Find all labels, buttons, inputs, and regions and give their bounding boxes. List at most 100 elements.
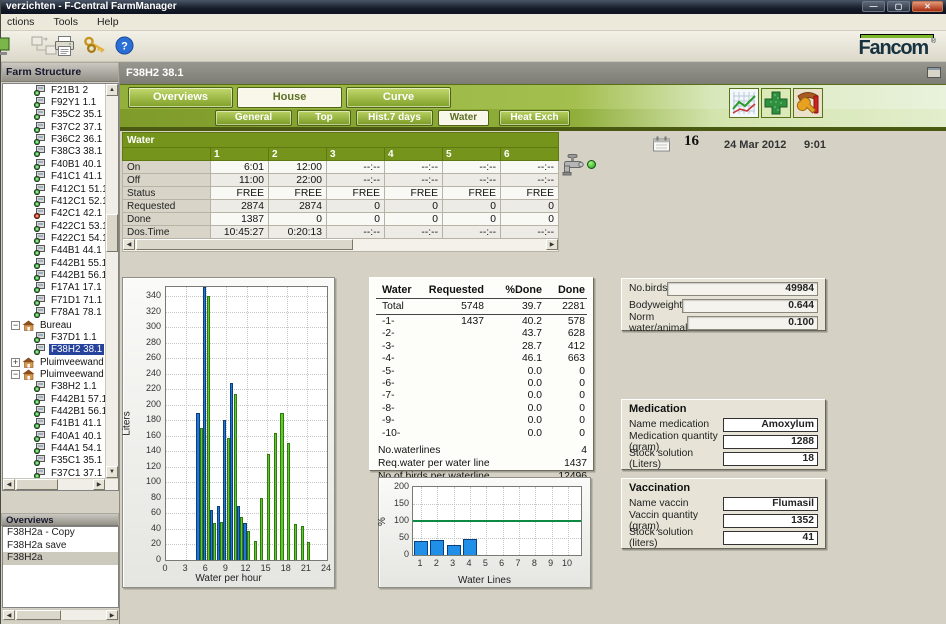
tree-item[interactable]: F35C2 35.1 — [3, 109, 105, 121]
tree-item[interactable]: +Pluimveewand 70 — [3, 356, 105, 368]
tree-item[interactable]: F17A1 17.1 — [3, 282, 105, 294]
scroll-right-icon[interactable]: ▶ — [93, 479, 105, 490]
tree-item[interactable]: F37D1 1.1 — [3, 331, 105, 343]
tree-item[interactable]: F71D1 71.1 — [3, 294, 105, 306]
close-button[interactable]: ✕ — [912, 1, 943, 12]
flock-info-value-field[interactable]: 0.100 — [687, 316, 818, 330]
water-cell[interactable]: 0:20:13 — [269, 226, 327, 239]
panel-window-icon[interactable] — [927, 67, 941, 78]
water-cell[interactable]: 0 — [385, 200, 443, 213]
scroll-left-icon[interactable]: ◀ — [3, 479, 15, 490]
tree-item[interactable]: F41C1 41.1 — [3, 171, 105, 183]
water-cell[interactable]: 0 — [443, 200, 501, 213]
tree-item[interactable]: F442B1 57.1 — [3, 393, 105, 405]
tree-item[interactable]: F35C1 35.1 — [3, 455, 105, 467]
water-cell[interactable]: --:-- — [327, 161, 385, 174]
tab-general[interactable]: General — [215, 110, 292, 126]
collapse-minus-icon[interactable]: − — [11, 321, 20, 330]
app-icon[interactable] — [0, 37, 11, 62]
water-cell[interactable]: 22:00 — [269, 174, 327, 187]
water-cell[interactable]: 0 — [501, 213, 559, 226]
water-cell[interactable]: 0 — [443, 213, 501, 226]
water-cell[interactable]: 0 — [501, 200, 559, 213]
scroll-up-icon[interactable]: ▲ — [106, 84, 118, 96]
flock-info-value-field[interactable]: 0.644 — [682, 299, 818, 313]
overviews-hscroll-thumb[interactable] — [16, 610, 61, 620]
water-cell[interactable]: --:-- — [501, 226, 559, 239]
tab-curve[interactable]: Curve — [346, 87, 451, 108]
tree-item[interactable]: F412C1 51.1 — [3, 183, 105, 195]
medication-value-field[interactable]: 1288 — [723, 435, 818, 449]
menu-item-tools[interactable]: Tools — [53, 16, 78, 28]
water-cell[interactable]: FREE — [211, 187, 269, 200]
water-cell[interactable]: FREE — [269, 187, 327, 200]
feed-tools-button[interactable] — [793, 88, 823, 118]
tab-house[interactable]: House — [237, 87, 342, 108]
tree-item[interactable]: F36C2 36.1 — [3, 133, 105, 145]
water-cell[interactable]: --:-- — [501, 174, 559, 187]
menu-item-help[interactable]: Help — [97, 16, 119, 28]
overview-list-item[interactable]: F38H2a - Copy — [3, 527, 118, 540]
minimize-button[interactable]: — — [862, 1, 885, 12]
tree-item[interactable]: F44A1 54.1 — [3, 442, 105, 454]
vaccination-value-field[interactable]: 41 — [723, 531, 818, 545]
tree-item[interactable]: F21B1 2 — [3, 84, 105, 96]
water-cell[interactable]: 2874 — [269, 200, 327, 213]
water-cell[interactable]: 0 — [269, 213, 327, 226]
health-button[interactable] — [761, 88, 791, 118]
tree-item[interactable]: F40A1 40.1 — [3, 430, 105, 442]
water-cell[interactable]: 11:00 — [211, 174, 269, 187]
tree-item[interactable]: F37C1 37.1 — [3, 467, 105, 478]
water-cell[interactable]: --:-- — [443, 161, 501, 174]
print-icon[interactable] — [53, 36, 76, 62]
water-cell[interactable]: 1387 — [211, 213, 269, 226]
tree-item[interactable]: F38H2 38.1 — [3, 344, 105, 356]
water-cell[interactable]: 2874 — [211, 200, 269, 213]
overviews-horizontal-scrollbar[interactable]: ◀ ▶ — [2, 609, 119, 621]
tree-item[interactable]: F422C1 53.1 — [3, 220, 105, 232]
keys-icon[interactable] — [83, 36, 109, 61]
water-cell[interactable]: FREE — [443, 187, 501, 200]
water-cell[interactable]: --:-- — [385, 161, 443, 174]
vaccination-value-field[interactable]: Flumasil — [723, 497, 818, 511]
water-cell[interactable]: --:-- — [443, 174, 501, 187]
tree-item[interactable]: F442B1 56.1 — [3, 405, 105, 417]
tree-item[interactable]: F41B1 41.1 — [3, 418, 105, 430]
water-cell[interactable]: --:-- — [501, 161, 559, 174]
tab-water[interactable]: Water — [438, 110, 489, 126]
water-cell[interactable]: --:-- — [385, 226, 443, 239]
tree-item[interactable]: F38H2 1.1 — [3, 381, 105, 393]
tree-item[interactable]: F442B1 55.1 — [3, 257, 105, 269]
help-icon[interactable]: ? — [115, 36, 134, 60]
overview-list-item[interactable]: F38H2a save — [3, 540, 118, 553]
tree-item[interactable]: F38C3 38.1 — [3, 146, 105, 158]
tree-item[interactable]: −Bureau — [3, 319, 105, 331]
tab-hist-7-days[interactable]: Hist.7 days — [356, 110, 433, 126]
scroll-left-icon[interactable]: ◀ — [3, 610, 15, 620]
water-cell[interactable]: --:-- — [385, 174, 443, 187]
scroll-right-icon[interactable]: ▶ — [106, 610, 118, 620]
menu-item-ctions[interactable]: ctions — [7, 16, 34, 28]
water-cell[interactable]: FREE — [385, 187, 443, 200]
tree-item[interactable]: F92Y1 1.1 — [3, 96, 105, 108]
water-table-scrollbar[interactable]: ◀ ▶ — [122, 239, 559, 252]
chart-button[interactable] — [729, 88, 759, 118]
water-table-scroll-thumb[interactable] — [136, 239, 353, 250]
tree-vscroll-thumb[interactable] — [106, 214, 118, 252]
overview-list-item[interactable]: F38H2a — [3, 552, 118, 565]
tree-item[interactable]: −Pluimveewand F: — [3, 368, 105, 380]
water-cell[interactable]: 12:00 — [269, 161, 327, 174]
medication-value-field[interactable]: Amoxylum — [723, 418, 818, 432]
tree-item[interactable]: F42C1 42.1 — [3, 208, 105, 220]
tree-item[interactable]: F422C1 54.1 — [3, 232, 105, 244]
tab-heat-exch[interactable]: Heat Exch — [499, 110, 570, 126]
water-cell[interactable]: FREE — [327, 187, 385, 200]
water-cell[interactable]: 0 — [385, 213, 443, 226]
water-cell[interactable]: --:-- — [443, 226, 501, 239]
flock-info-value-field[interactable]: 49984 — [667, 282, 818, 296]
tab-top[interactable]: Top — [297, 110, 351, 126]
water-cell[interactable]: --:-- — [327, 174, 385, 187]
maximize-button[interactable]: ▢ — [887, 1, 910, 12]
expand-plus-icon[interactable]: + — [11, 358, 20, 367]
collapse-minus-icon[interactable]: − — [11, 370, 20, 379]
